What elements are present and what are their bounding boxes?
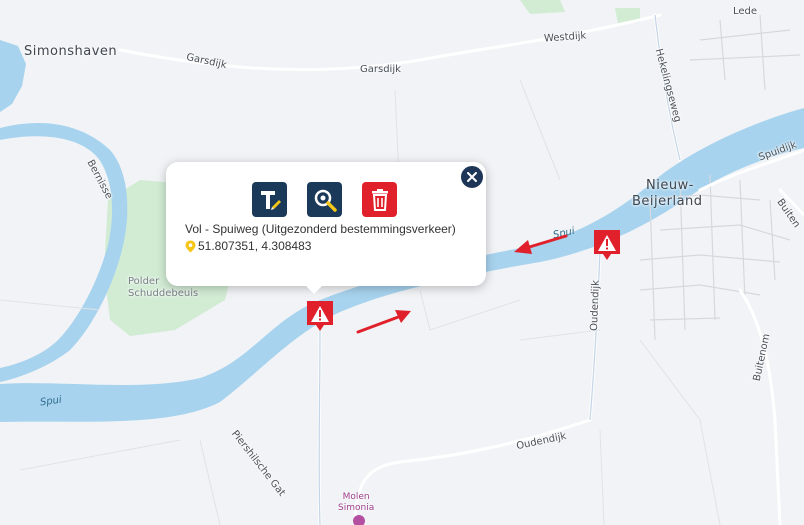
popup-title: Vol - Spuiweg (Uitgezonderd bestemmingsv… bbox=[185, 222, 456, 236]
road-label-lede: Lede bbox=[733, 6, 758, 17]
poi-label-molen-line1: Molen bbox=[342, 492, 370, 502]
place-label-nieuw: Nieuw- bbox=[646, 178, 694, 193]
poi-label-molen: Molen Simonia bbox=[338, 492, 374, 514]
close-icon bbox=[467, 172, 477, 182]
arrow-right-icon bbox=[356, 310, 411, 334]
arrow-left-icon bbox=[514, 234, 568, 254]
close-button[interactable] bbox=[459, 164, 485, 190]
zoom-icon bbox=[314, 189, 337, 212]
warning-marker-east[interactable] bbox=[592, 228, 622, 264]
warning-icon bbox=[594, 230, 620, 260]
warning-icon bbox=[307, 301, 333, 331]
trash-icon bbox=[371, 188, 388, 211]
popup-coordinates: 51.807351, 4.308483 bbox=[185, 239, 311, 253]
warning-marker-spuiweg[interactable] bbox=[305, 299, 335, 335]
edit-text-icon bbox=[260, 190, 281, 210]
zoom-button[interactable] bbox=[307, 182, 342, 217]
map-canvas[interactable]: Simonshaven Nieuw- Beijerland Polder Sch… bbox=[0, 0, 804, 525]
delete-button[interactable] bbox=[362, 182, 397, 217]
edit-text-button[interactable] bbox=[252, 182, 287, 217]
popup-coordinates-text: 51.807351, 4.308483 bbox=[198, 239, 312, 253]
road-label-oudendijk-vertical: Oudendijk bbox=[588, 279, 602, 332]
poi-label-molen-line2: Simonia bbox=[338, 503, 375, 513]
place-label-beijerland: Beijerland bbox=[632, 194, 703, 209]
road-label-garsdijk-2: Garsdijk bbox=[360, 64, 401, 75]
place-label-schuddebeuis: Schuddebeuis bbox=[128, 288, 199, 299]
place-label-simonshaven: Simonshaven bbox=[24, 44, 118, 59]
popup-tip bbox=[304, 284, 324, 294]
place-label-polder: Polder bbox=[128, 276, 160, 287]
location-pin-icon bbox=[185, 240, 196, 252]
popup-toolbar bbox=[252, 182, 397, 217]
